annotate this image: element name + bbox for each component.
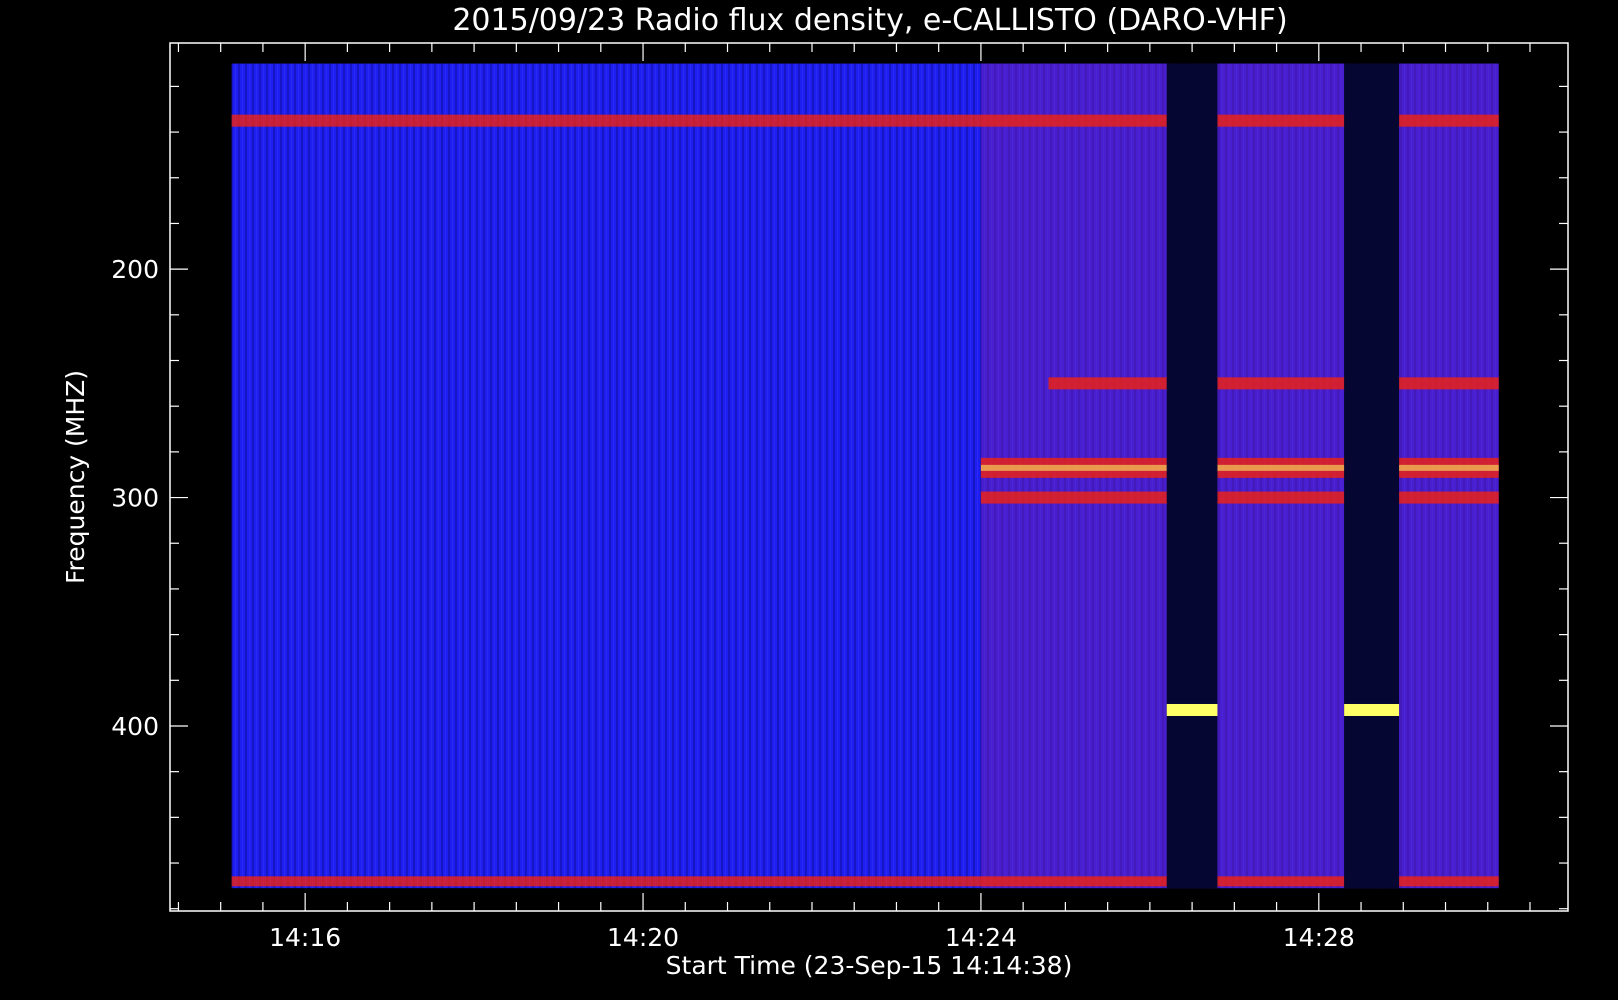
emission-band-4 — [231, 114, 1499, 127]
y-tick-label: 400 — [111, 712, 159, 741]
emission-band-2 — [980, 491, 1499, 504]
gap-calibration-line-2 — [1344, 703, 1400, 716]
x-tick-label: 14:20 — [607, 923, 679, 952]
gap-calibration-line-1 — [1166, 703, 1218, 716]
y-tick-label: 300 — [111, 484, 159, 513]
emission-band-core-1 — [980, 464, 1499, 471]
data-gap-tint-2 — [1344, 63, 1400, 889]
heatmap-area — [231, 63, 1499, 889]
data-gap-tint-1 — [1166, 63, 1218, 889]
spectrogram-chart: 2015/09/23 Radio flux density, e-CALLIST… — [61, 3, 1569, 980]
x-tick-label: 14:28 — [1283, 923, 1355, 952]
emission-band-3 — [1048, 377, 1499, 390]
x-axis-label: Start Time (23-Sep-15 14:14:38) — [666, 951, 1073, 980]
chart-title: 2015/09/23 Radio flux density, e-CALLIST… — [452, 3, 1287, 38]
x-tick-label: 14:24 — [945, 923, 1017, 952]
emission-band-5 — [231, 876, 1499, 887]
y-axis-label: Frequency (MHZ) — [61, 370, 90, 584]
x-tick-label: 14:16 — [269, 923, 341, 952]
y-tick-label: 200 — [111, 255, 159, 284]
